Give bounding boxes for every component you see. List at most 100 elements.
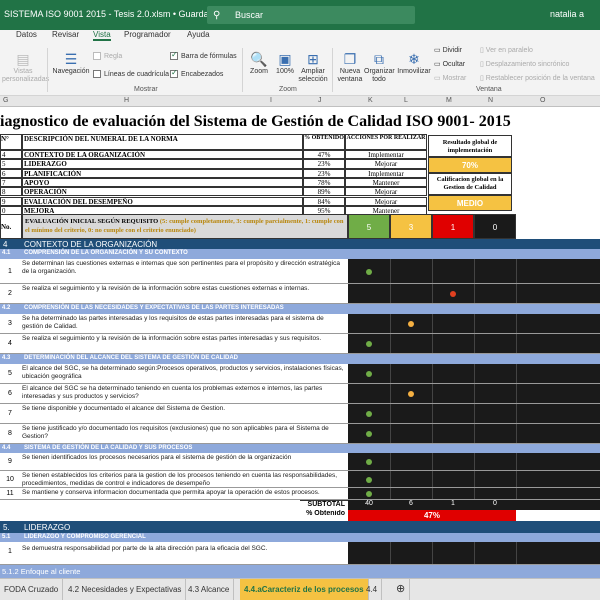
col-o[interactable]: N [488, 97, 493, 104]
lineas-checkbox[interactable]: Líneas de cuadrícula [93, 70, 169, 78]
table-row[interactable]: 10 Se tienen establecidos los criterios p… [0, 471, 600, 488]
row-text: Se ha determinado las partes interesadas… [22, 315, 324, 330]
sheet-tab-alcance[interactable]: 4.3 Alcance [184, 579, 235, 600]
inmovilizar-button[interactable]: ❄ Inmovilizar [395, 50, 433, 76]
table-row[interactable]: 7 Se tiene disponible y documentado el al… [0, 404, 600, 424]
summary-cell-a: Mantener [345, 177, 427, 188]
table-row[interactable]: 5 El alcance del SGC, se ha determinado s… [0, 364, 600, 384]
tab-datos[interactable]: Datos [16, 30, 37, 39]
row-score-cells[interactable] [348, 404, 600, 423]
row-num: 2 [8, 290, 12, 297]
organizar-todo-button[interactable]: ⧉ Organizar todo [364, 50, 395, 84]
table-row[interactable]: 3 Se ha determinado las partes interesada… [0, 314, 600, 334]
summary-cell-d: CONTEXTO DE LA ORGANIZACIÓN [22, 150, 303, 160]
col-p[interactable]: O [540, 97, 545, 104]
sub51-label: LIDERAZGO Y COMPROMISO GERENCIAL [24, 534, 146, 540]
file-name[interactable]: SISTEMA ISO 9001 2015 - Tesis 2.0.xlsm •… [4, 9, 229, 20]
score-dot [366, 411, 372, 417]
row-text: Se realiza el seguimiento y la revisión … [22, 285, 310, 292]
ampliar-seleccion-button[interactable]: ⊞ Ampliar selección [298, 50, 328, 84]
zoom-button[interactable]: 🔍 Zoom [246, 50, 272, 76]
row-score-cells[interactable] [348, 364, 600, 383]
subsection-label: COMPRENSIÓN DE LA ORGANIZACIÓN Y SU CONT… [24, 250, 188, 256]
col-h[interactable]: H [124, 97, 129, 104]
calif-label: Calificacion global en la Gestion de Cal… [428, 173, 512, 195]
subsection-5-1-fill [348, 533, 600, 542]
table-row[interactable]: 2 Se realiza el seguimiento y la revisión… [0, 284, 600, 304]
summary-cell-a: Implementar [345, 150, 427, 160]
row-num: 1 [8, 548, 12, 555]
search-box[interactable]: ⚲ Buscar [207, 6, 415, 24]
section-4-num: 4 [3, 240, 8, 249]
zoom-100-button[interactable]: ▣ 100% [272, 50, 298, 76]
col-m[interactable]: L [404, 97, 408, 104]
table-row[interactable]: 11 Se mantiene y conserva informacion doc… [0, 488, 600, 500]
sheet-tab-foda[interactable]: FODA Cruzado [0, 579, 64, 600]
sheet-title: iagnostico de evaluación del Sistema de … [0, 113, 511, 130]
inmovilizar-label: Inmovilizar [397, 68, 431, 75]
row-score-cells[interactable] [348, 424, 600, 443]
encabezados-checkbox[interactable]: Encabezados [170, 68, 223, 78]
tab-programador[interactable]: Programador [124, 30, 171, 39]
search-icon: ⚲ [213, 9, 221, 21]
row-score-cells[interactable] [348, 453, 600, 470]
nueva-ventana-button[interactable]: ❐ Nueva ventana [336, 50, 364, 84]
col-i[interactable]: I [270, 97, 272, 104]
mostrar-label: Mostrar [442, 75, 467, 82]
summary-cell-n: 9 [0, 196, 22, 206]
table-row[interactable]: 8 Se tiene justificado y/o documentado lo… [0, 424, 600, 444]
summary-cell-p: 78% [303, 177, 345, 188]
row-score-cells[interactable] [348, 314, 600, 333]
navegacion-button[interactable]: ☰ Navegación [50, 50, 92, 76]
row-score-cells[interactable] [348, 259, 600, 283]
table-row[interactable]: 1 Se determinan las cuestiones externas e… [0, 259, 600, 284]
subsection-num: 4.3 [2, 355, 11, 361]
user-name[interactable]: natalia a [550, 9, 584, 19]
col-k[interactable]: K [368, 97, 373, 104]
sheet-tab-necesidades[interactable]: 4.2 Necesidades y Expectativas [64, 579, 187, 600]
table-row[interactable]: 1 Se demuestra responsabilidad por parte… [0, 542, 600, 565]
worksheet[interactable]: iagnostico de evaluación del Sistema de … [0, 107, 600, 578]
obtenido-value: 47% [348, 510, 516, 521]
sheet-tab-4-4[interactable]: 4.4 [362, 579, 383, 600]
title-bar: SISTEMA ISO 9001 2015 - Tesis 2.0.xlsm •… [0, 0, 600, 30]
subtotal-3: 6 [390, 500, 432, 510]
summary-cell-n: 4 [0, 150, 22, 160]
row-num: 8 [8, 430, 12, 437]
row-score-cells[interactable] [348, 471, 600, 487]
summary-cell-d: EVALUACIÓN DEL DESEMPEÑO [22, 196, 303, 206]
summary-cell-a: Mejorar [345, 196, 427, 206]
col-g[interactable]: G [3, 97, 8, 104]
section-4-label: CONTEXTO DE LA ORGANIZACIÓN [24, 240, 158, 249]
tab-revisar[interactable]: Revisar [52, 30, 79, 39]
global-label: Resultado global de implementación [428, 135, 512, 157]
tab-vista[interactable]: Vista [93, 30, 111, 41]
subsection-label: COMPRENSIÓN DE LAS NECESIDADES Y EXPECTA… [24, 305, 284, 311]
table-row[interactable]: 9 Se tienen identificados los procesos ne… [0, 453, 600, 471]
score-dot [366, 341, 372, 347]
summary-cell-a: Mejorar [345, 187, 427, 197]
subsection-label: DETERMINACIÓN DEL ALCANCE DEL SISTEMA DE… [24, 355, 239, 361]
summary-cell-n: 6 [0, 168, 22, 178]
row-score-cells[interactable] [348, 384, 600, 403]
navegacion-label: Navegación [52, 68, 90, 75]
ver-paralelo-button: ▯ Ver en paralelo [480, 47, 533, 54]
col-n[interactable]: M [446, 97, 452, 104]
subtotal-1: 1 [432, 500, 474, 510]
paralelo-label: Ver en paralelo [485, 47, 533, 54]
dividir-button[interactable]: ▭ Dividir [434, 46, 462, 54]
summary-cell-n: 7 [0, 177, 22, 188]
table-row[interactable]: 4 Se realiza el seguimiento y la revisión… [0, 334, 600, 354]
row-score-cells[interactable] [348, 488, 600, 499]
barra-formulas-checkbox[interactable]: Barra de fórmulas [170, 50, 237, 60]
col-j[interactable]: J [318, 97, 322, 104]
tab-ayuda[interactable]: Ayuda [187, 30, 210, 39]
table-row[interactable]: 6 El alcance del SGC se ha determinado te… [0, 384, 600, 404]
row-score-cells[interactable] [348, 284, 600, 303]
add-sheet-icon[interactable]: ⊕ [392, 579, 411, 600]
summary-cell-p: 84% [303, 196, 345, 206]
ocultar-button[interactable]: ▭ Ocultar [434, 60, 465, 68]
row-score-cells[interactable] [348, 334, 600, 353]
sheet-tab-caracteriz[interactable]: 4.4.aCaracteriz de los procesos [240, 579, 369, 600]
vistas-personalizadas-button: ▤ Vistas personalizadas [2, 50, 49, 84]
